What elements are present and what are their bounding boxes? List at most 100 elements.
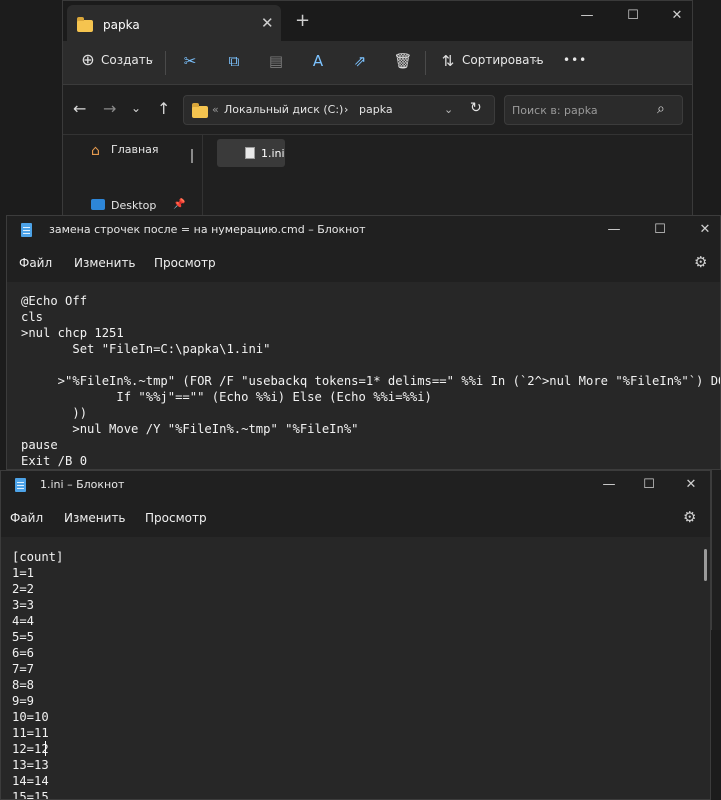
text-line: pause — [21, 438, 58, 452]
search-input[interactable] — [505, 96, 655, 124]
recent-locations-chevron-icon[interactable]: ⌄ — [131, 101, 141, 115]
folder-icon — [192, 103, 208, 118]
maximize-button[interactable]: ☐ — [641, 216, 679, 244]
toolbar-divider — [425, 51, 426, 75]
notepad-ini-window: 1.ini – Блокнот — ☐ ✕ Файл Изменить Прос… — [0, 470, 711, 800]
text-line: )) — [21, 406, 88, 420]
menu-file[interactable]: Файл — [10, 511, 43, 525]
breadcrumb-separator: › — [344, 103, 349, 116]
text-line: [count] — [12, 550, 64, 564]
scissors-icon[interactable]: ✂ — [179, 50, 201, 72]
maximize-button[interactable]: ☐ — [630, 471, 668, 499]
tab-papka[interactable]: papka ✕ — [67, 5, 281, 41]
chevron-down-icon[interactable]: ⌄ — [532, 55, 540, 65]
close-button[interactable]: ✕ — [672, 471, 710, 499]
notepad-icon — [15, 478, 26, 492]
plus-circle-icon: ⊕ — [81, 50, 95, 69]
address-row: ← → ⌄ ↑ « Локальный диск (C:) › papka ⌄ … — [63, 85, 692, 135]
text-line: >nul Move /Y "%FileIn%.~tmp" "%FileIn%" — [21, 422, 359, 436]
text-line: 1=1 — [12, 566, 35, 580]
forward-arrow-icon[interactable]: → — [103, 99, 116, 118]
menu-view[interactable]: Просмотр — [154, 256, 216, 270]
text-line: 6=6 — [12, 646, 35, 660]
close-button[interactable]: ✕ — [686, 216, 720, 244]
home-icon: ⌂ — [91, 143, 100, 159]
create-button[interactable]: Создать — [101, 53, 153, 67]
close-button[interactable]: ✕ — [657, 1, 692, 31]
minimize-button[interactable]: — — [590, 471, 628, 499]
pin-icon: 📌 — [173, 199, 186, 210]
text-line: @Echo Off — [21, 294, 88, 308]
overflow-chevron-icon[interactable]: « — [212, 103, 219, 116]
maximize-button[interactable]: ☐ — [613, 1, 653, 31]
text-line: 14=14 — [12, 774, 49, 788]
scrollbar[interactable] — [191, 149, 193, 163]
text-line: 9=9 — [12, 694, 35, 708]
menu-edit[interactable]: Изменить — [74, 256, 136, 270]
notepad-cmd-window: замена строчек после = на нумерацию.cmd … — [6, 215, 721, 470]
up-arrow-icon[interactable]: ↑ — [157, 99, 170, 118]
minimize-button[interactable]: — — [595, 216, 633, 244]
file-item[interactable]: 1.ini — [217, 139, 285, 167]
address-dropdown-icon[interactable]: ⌄ — [444, 103, 453, 116]
text-line: >"%FileIn%.~tmp" (FOR /F "usebackq token… — [21, 374, 721, 388]
text-cursor — [45, 741, 46, 756]
paste-icon[interactable]: ▤ — [265, 50, 287, 72]
window-title: 1.ini – Блокнот — [40, 478, 125, 491]
breadcrumb-papka[interactable]: papka — [359, 103, 393, 116]
text-editor[interactable]: @Echo Off cls >nul chcp 1251 Set "FileIn… — [7, 282, 721, 469]
menu-bar: Файл Изменить Просмотр ⚙ — [1, 499, 710, 537]
ini-file-icon — [245, 147, 255, 159]
text-line: 4=4 — [12, 614, 35, 628]
search-box[interactable]: ⌕ — [504, 95, 683, 125]
text-line: 3=3 — [12, 598, 35, 612]
text-line: 2=2 — [12, 582, 35, 596]
delete-icon[interactable]: 🗑 — [392, 50, 414, 72]
notepad-icon — [21, 223, 32, 237]
rename-icon[interactable]: A — [307, 50, 329, 72]
share-icon[interactable]: ⇗ — [349, 50, 371, 72]
sidebar-item-home[interactable]: Главная — [111, 143, 159, 156]
text-line: 10=10 — [12, 710, 49, 724]
gear-icon[interactable]: ⚙ — [694, 253, 707, 271]
minimize-button[interactable]: — — [567, 1, 607, 31]
text-line: Exit /B 0 — [21, 454, 88, 468]
tab-title: papka — [103, 18, 140, 32]
back-arrow-icon[interactable]: ← — [73, 99, 86, 118]
breadcrumb-local-disk[interactable]: Локальный диск (C:) — [224, 103, 343, 116]
more-options-button[interactable]: ••• — [563, 53, 587, 67]
copy-icon[interactable]: ⧉ — [223, 50, 245, 72]
new-tab-button[interactable]: + — [295, 10, 310, 31]
folder-icon — [77, 17, 93, 32]
text-line: cls — [21, 310, 44, 324]
gear-icon[interactable]: ⚙ — [683, 508, 696, 526]
text-editor[interactable]: [count] 1=1 2=2 3=3 4=4 5=5 6=6 7=7 8=8 … — [1, 537, 710, 800]
sidebar-item-desktop[interactable]: Desktop — [111, 199, 156, 212]
background-window-edge — [711, 470, 721, 630]
toolbar-divider — [165, 51, 166, 75]
window-title: замена строчек после = на нумерацию.cmd … — [49, 223, 366, 236]
text-line: 8=8 — [12, 678, 35, 692]
menu-view[interactable]: Просмотр — [145, 511, 207, 525]
text-line: 7=7 — [12, 662, 35, 676]
text-line: 13=13 — [12, 758, 49, 772]
menu-file[interactable]: Файл — [19, 256, 52, 270]
refresh-icon[interactable]: ↻ — [470, 100, 482, 116]
search-icon[interactable]: ⌕ — [657, 101, 665, 117]
chevron-down-icon[interactable]: ⌄ — [147, 55, 155, 65]
text-line: >nul chcp 1251 — [21, 326, 124, 340]
text-line: Set "FileIn=C:\papka\1.ini" — [21, 342, 271, 356]
text-line: 15=15 — [12, 790, 49, 800]
explorer-toolbar: ⊕ Создать ⌄ ✂ ⧉ ▤ A ⇗ 🗑 ⇅ Сортировать ⌄ … — [63, 41, 692, 85]
notepad-titlebar: 1.ini – Блокнот — ☐ ✕ — [1, 471, 710, 499]
text-line: 11=11 — [12, 726, 49, 740]
notepad-titlebar: замена строчек после = на нумерацию.cmd … — [7, 216, 720, 244]
close-tab-icon[interactable]: ✕ — [261, 14, 274, 32]
scrollbar[interactable] — [704, 549, 707, 581]
menu-bar: Файл Изменить Просмотр ⚙ — [7, 244, 720, 282]
menu-edit[interactable]: Изменить — [64, 511, 126, 525]
file-name: 1.ini — [261, 147, 285, 160]
sort-icon: ⇅ — [441, 52, 455, 70]
address-bar[interactable]: « Локальный диск (C:) › papka ⌄ ↻ — [183, 95, 495, 125]
text-line: If "%%j"=="" (Echo %%i) Else (Echo %%i=%… — [21, 390, 432, 404]
